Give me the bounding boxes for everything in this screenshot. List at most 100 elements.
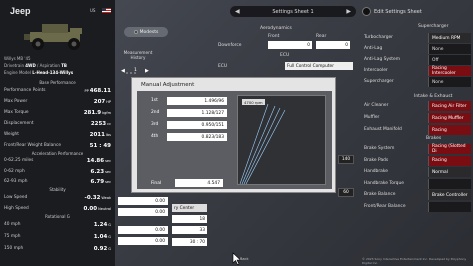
setting-option[interactable]: Medium RPM [428, 33, 471, 43]
country-flag-icon [102, 8, 111, 13]
stat-value: 0.92G [94, 246, 111, 252]
final-gear-field[interactable]: 4.547 [175, 179, 223, 187]
history-dot [126, 72, 128, 74]
dialog-body: 1st 1.496 / 96 2nd 1.128 / 127 3rd 0.950 / 15… [137, 91, 332, 189]
gear-label: 4th [151, 134, 159, 139]
car-image [24, 24, 82, 50]
left-value-field[interactable]: 0.00 [118, 237, 168, 245]
gear-ratio-field[interactable]: 0.950 / 151 [167, 121, 227, 129]
edit-settings-sheet-button[interactable]: Edit Settings Sheet [362, 7, 422, 16]
rotational-g-header: Rotational G [45, 214, 70, 219]
setting-option[interactable] [428, 178, 471, 189]
downforce-rear-field[interactable]: 0 [316, 41, 350, 49]
aero-rear-label: Rear [316, 34, 327, 39]
gear-ratio-field[interactable]: 1.496 / 96 [167, 97, 227, 105]
brand-name: Jeep [10, 6, 31, 16]
stat-label: Max Torque [4, 110, 29, 115]
gear-line [241, 105, 276, 184]
value-field[interactable]: 33 [172, 226, 207, 234]
value-field[interactable]: 140 [338, 155, 354, 164]
stat-label: 150 mph [4, 246, 24, 251]
engine-value: L-Head-134-Willys [32, 70, 74, 75]
stat-row: 150 mph 0.92G [4, 246, 111, 252]
ecu-select[interactable]: Full Control Computer [285, 62, 353, 70]
stat-prefix: PP [84, 89, 89, 93]
history-next-button[interactable]: ▶ [145, 68, 149, 74]
stat-unit: sec [105, 159, 111, 163]
ecu-label: ECU [218, 64, 228, 69]
stat-label: 0-62.25 miles [4, 158, 34, 163]
gear-ratio-value: 1.496 [204, 98, 217, 104]
setting-label: Anti-Lag [364, 46, 383, 51]
stat-value: 2011lbs [90, 132, 111, 138]
setting-option[interactable]: Racing Muffler [428, 113, 471, 123]
left-value-field[interactable]: 0.00 [118, 208, 168, 216]
stat-number: 14.86 [86, 158, 105, 164]
value-field[interactable]: 30 : 70 [172, 238, 207, 246]
stat-unit: Weak [101, 196, 111, 200]
gear-ratio-lines [239, 103, 286, 184]
brakes-header: Brakes [426, 136, 442, 141]
value-field[interactable]: 60 [338, 188, 354, 197]
stat-row: 75 mph 1.04G [4, 234, 111, 240]
stat-unit: sec [105, 180, 111, 184]
setting-label: Handbrake Torque [364, 180, 404, 186]
settings-sheet-selector[interactable]: ◀ Settings Sheet 1 ▶ [230, 6, 356, 17]
history-dot [134, 72, 136, 74]
stat-value: 281.9kgfm [84, 110, 111, 116]
stat-value: 2253cc [91, 121, 111, 127]
acceleration-header: Acceleration Performance [31, 151, 84, 156]
setting-option[interactable]: Brake Controller [428, 190, 471, 200]
setting-option[interactable] [428, 201, 471, 212]
chevron-left-icon[interactable]: ◀ [235, 8, 240, 15]
back-label[interactable]: Back [240, 257, 249, 261]
copyright-text: © 2023 Sony Interactive Entertainment In… [362, 257, 467, 265]
modifier-toggle-button[interactable]: Modests [124, 27, 168, 37]
setting-option[interactable]: Racing Air Filter [428, 101, 471, 111]
drivetrain-value: 4WD [25, 63, 36, 68]
gear-speed-value: 151 [215, 122, 224, 128]
final-gear-label: Final [151, 181, 162, 186]
stat-row: 40 mph 1.24G [4, 222, 111, 228]
stability-header: Stability [49, 187, 66, 192]
stat-value: 14.86sec [87, 158, 111, 164]
stat-number: 2253 [90, 121, 107, 127]
stat-row: 0-62 mph 6.23sec [4, 169, 111, 175]
stat-label: Front/Rear Weight Balance [4, 143, 61, 148]
car-info-panel: Jeep US Willys MB '45 Drivetrain 4WD / A… [0, 0, 115, 266]
chevron-right-icon[interactable]: ▶ [346, 8, 351, 15]
left-value-field[interactable]: 0.00 [118, 226, 168, 234]
button-icon [362, 7, 371, 16]
value-field[interactable]: 18 [172, 215, 207, 223]
stat-number: 51 : 49 [89, 143, 111, 149]
history-prev-button[interactable]: ◀ [121, 68, 125, 74]
gear-ratio-value: 0.950 [201, 122, 215, 128]
aero-front-label: Front [268, 34, 280, 39]
setting-option[interactable]: Off [428, 55, 471, 65]
setting-option[interactable]: Normal [428, 167, 471, 177]
intake-exhaust-header: Intake & Exhaust [414, 94, 453, 99]
stat-value: 0.00Neutral [84, 206, 112, 212]
stat-unit: cc [107, 122, 111, 126]
gear-ratio-field[interactable]: 0.823 / 183 [167, 133, 227, 141]
stat-unit: HP [106, 100, 111, 104]
left-value-field[interactable]: 0.00 [118, 197, 168, 205]
setting-option[interactable]: Racing [428, 155, 471, 166]
setting-option[interactable]: Racing [428, 125, 471, 135]
setting-label: Supercharger [364, 79, 394, 84]
center-select[interactable]: ry Center [172, 204, 207, 212]
stat-number: 2011 [89, 132, 105, 138]
setting-option[interactable]: Racing (Slotted Di [428, 144, 471, 154]
engine-row: Engine Model L-Head-134-Willys [4, 70, 73, 75]
setting-option[interactable]: Racing Intercooler [428, 66, 471, 76]
downforce-front-field[interactable]: 0 [268, 41, 312, 49]
supercharger-header: Supercharger [418, 24, 449, 29]
stat-value: PP468.11 [85, 88, 111, 94]
history-dot [130, 72, 132, 74]
downforce-label: Downforce [218, 43, 242, 48]
stat-unit: Neutral [98, 207, 111, 211]
gear-line [243, 107, 281, 184]
gear-ratio-field[interactable]: 1.128 / 127 [167, 109, 227, 117]
setting-option[interactable]: None [428, 44, 471, 54]
setting-option[interactable]: None [428, 77, 471, 87]
